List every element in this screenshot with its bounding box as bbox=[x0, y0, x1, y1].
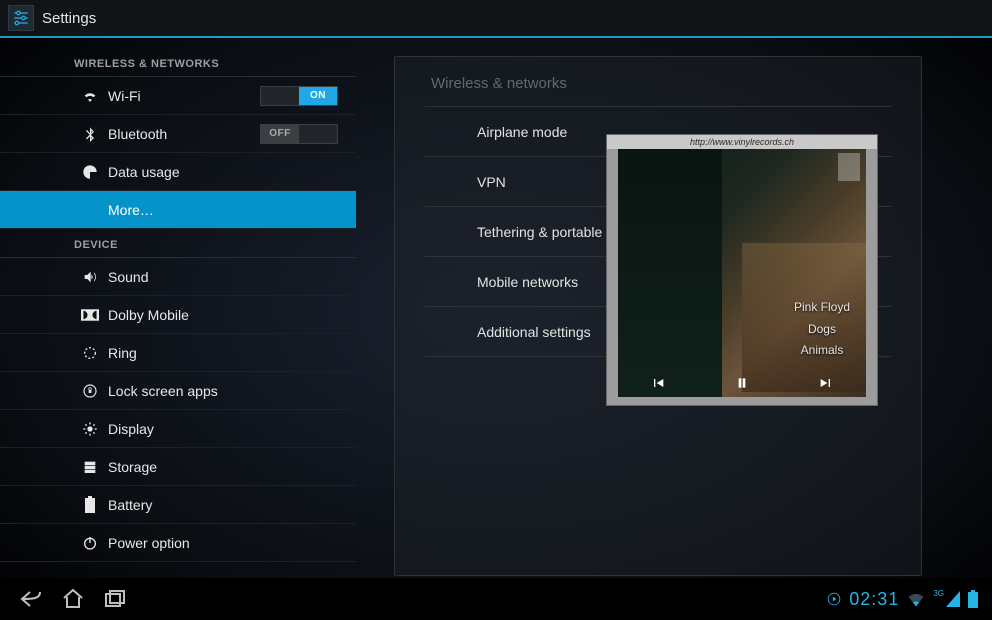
nav-item-storage[interactable]: Storage bbox=[0, 448, 356, 486]
music-source-url: http://www.vinylrecords.ch bbox=[607, 135, 877, 149]
next-track-button[interactable] bbox=[818, 375, 834, 391]
nav-label: Wi-Fi bbox=[108, 88, 260, 104]
nav-item-dolby[interactable]: Dolby Mobile bbox=[0, 296, 356, 334]
nav-label: Battery bbox=[108, 497, 356, 513]
album-cover: Pink Floyd Dogs Animals bbox=[618, 149, 866, 397]
music-controls bbox=[618, 375, 866, 391]
music-widget[interactable]: http://www.vinylrecords.ch Pink Floyd Do… bbox=[606, 134, 878, 406]
nav-label: Sound bbox=[108, 269, 356, 285]
toggle-on-half: ON bbox=[299, 87, 337, 105]
network-type-label: 3G bbox=[933, 589, 944, 598]
wifi-toggle[interactable]: ON bbox=[260, 86, 338, 106]
nav-item-power[interactable]: Power option bbox=[0, 524, 356, 562]
nav-item-sound[interactable]: Sound bbox=[0, 258, 356, 296]
wifi-icon bbox=[80, 86, 100, 106]
nav-label: Lock screen apps bbox=[108, 383, 356, 399]
bluetooth-icon bbox=[80, 124, 100, 144]
detail-header: Wireless & networks bbox=[425, 75, 891, 107]
display-icon bbox=[80, 419, 100, 439]
storage-icon bbox=[80, 457, 100, 477]
nav-label: Power option bbox=[108, 535, 356, 551]
power-icon bbox=[80, 533, 100, 553]
nav-label: Bluetooth bbox=[108, 126, 260, 142]
section-header-wireless: WIRELESS & NETWORKS bbox=[0, 48, 356, 77]
toggle-on-half bbox=[299, 125, 337, 143]
system-nav-bar: 02:31 3G bbox=[0, 578, 992, 620]
nav-item-battery[interactable]: Battery bbox=[0, 486, 356, 524]
nav-item-more[interactable]: More… bbox=[0, 191, 356, 229]
bluetooth-toggle[interactable]: OFF bbox=[260, 124, 338, 144]
music-track: Dogs bbox=[794, 319, 850, 341]
playing-indicator-icon bbox=[827, 592, 841, 606]
nav-label: More… bbox=[108, 202, 356, 218]
recent-apps-button[interactable] bbox=[94, 581, 136, 617]
music-album: Animals bbox=[794, 340, 850, 362]
nav-item-wifi[interactable]: Wi-Fi ON bbox=[0, 77, 356, 115]
nav-item-bluetooth[interactable]: Bluetooth OFF bbox=[0, 115, 356, 153]
ring-icon bbox=[80, 343, 100, 363]
nav-label: Storage bbox=[108, 459, 356, 475]
status-area[interactable]: 02:31 3G bbox=[827, 589, 982, 610]
battery-icon bbox=[80, 495, 100, 515]
settings-app-icon bbox=[8, 5, 34, 31]
prev-track-button[interactable] bbox=[650, 375, 666, 391]
pause-button[interactable] bbox=[734, 375, 750, 391]
nav-label: Dolby Mobile bbox=[108, 307, 356, 323]
back-button[interactable] bbox=[10, 581, 52, 617]
nav-item-ring[interactable]: Ring bbox=[0, 334, 356, 372]
home-button[interactable] bbox=[52, 581, 94, 617]
cell-signal-icon bbox=[946, 591, 960, 607]
nav-label: Display bbox=[108, 421, 356, 437]
action-bar: Settings bbox=[0, 0, 992, 38]
toggle-off-half bbox=[261, 87, 299, 105]
nav-label: Ring bbox=[108, 345, 356, 361]
lock-apps-icon bbox=[80, 381, 100, 401]
left-nav: WIRELESS & NETWORKS Wi-Fi ON Bluetooth O… bbox=[0, 38, 356, 578]
nav-item-lock-apps[interactable]: Lock screen apps bbox=[0, 372, 356, 410]
toggle-off-half: OFF bbox=[261, 125, 299, 143]
sound-icon bbox=[80, 267, 100, 287]
music-artist: Pink Floyd bbox=[794, 297, 850, 319]
battery-status-icon bbox=[968, 590, 978, 608]
clock: 02:31 bbox=[849, 589, 899, 610]
nav-item-data-usage[interactable]: Data usage bbox=[0, 153, 356, 191]
dolby-icon bbox=[80, 305, 100, 325]
data-usage-icon bbox=[80, 162, 100, 182]
music-info: Pink Floyd Dogs Animals bbox=[794, 297, 850, 362]
wifi-signal-icon bbox=[907, 591, 925, 607]
nav-item-display[interactable]: Display bbox=[0, 410, 356, 448]
action-bar-title: Settings bbox=[42, 10, 96, 27]
screen: Settings WIRELESS & NETWORKS Wi-Fi ON bbox=[0, 0, 992, 620]
nav-label: Data usage bbox=[108, 164, 356, 180]
section-header-device: DEVICE bbox=[0, 229, 356, 258]
